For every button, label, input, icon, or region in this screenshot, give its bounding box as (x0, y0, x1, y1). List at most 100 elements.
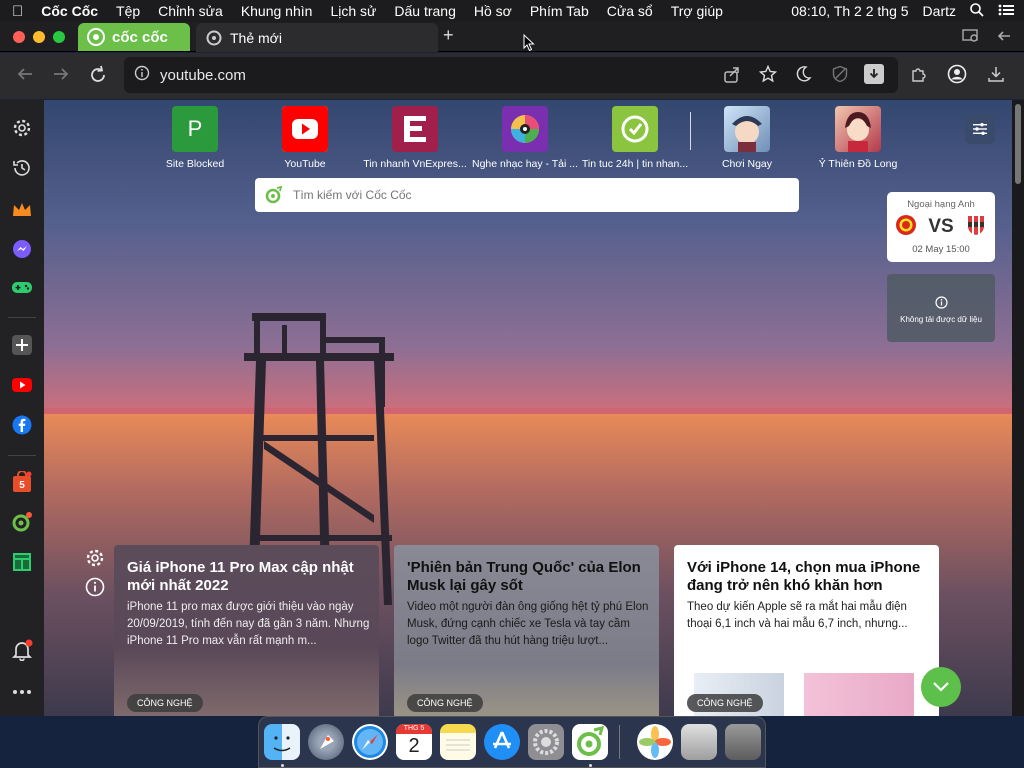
customize-button[interactable] (965, 114, 995, 144)
dock-trash-icon[interactable] (725, 724, 761, 760)
tab-back-arrow-icon[interactable] (996, 28, 1012, 49)
news-card[interactable]: Với iPhone 14, chọn mua iPhone đang trở … (674, 545, 939, 716)
shortcut-label: YouTube (284, 158, 326, 170)
tab-search-icon[interactable] (962, 28, 980, 49)
dock-app-store-icon[interactable] (484, 724, 520, 760)
menu-item-history[interactable]: Lịch sử (330, 3, 376, 19)
new-tab-plus-icon[interactable]: + (443, 25, 454, 46)
news-card[interactable]: 'Phiên bản Trung Quốc' của Elon Musk lại… (394, 545, 659, 716)
sidebar-more-icon[interactable] (10, 680, 34, 704)
tab-title: Thẻ mới (230, 29, 282, 46)
news-info-icon[interactable] (85, 577, 105, 602)
sidebar-facebook-icon[interactable] (10, 413, 34, 437)
menu-item-window[interactable]: Cửa sổ (607, 3, 653, 19)
menu-item-file[interactable]: Tệp (116, 3, 140, 19)
vnexpress-icon (392, 106, 438, 152)
menu-item-view[interactable]: Khung nhìn (241, 3, 313, 19)
shortcut-music[interactable]: Nghe nhạc hay - Tải ... (470, 106, 580, 170)
news-title[interactable]: 'Phiên bản Trung Quốc' của Elon Musk lại… (407, 559, 647, 595)
menu-app-name[interactable]: Cốc Cốc (41, 3, 98, 19)
sidebar-youtube-icon[interactable] (10, 373, 34, 397)
dock-notes-icon[interactable] (440, 724, 476, 760)
news-title[interactable]: Giá iPhone 11 Pro Max cập nhật mới nhất … (127, 559, 367, 595)
shortcut-choi-ngay[interactable]: Chơi Ngay (692, 106, 802, 170)
address-bar[interactable]: youtube.com (124, 57, 898, 93)
news-category-tag[interactable]: CÔNG NGHỆ (407, 694, 483, 712)
dock-photos-icon[interactable] (637, 724, 673, 760)
game2-icon (835, 106, 881, 152)
mouse-cursor-icon (523, 34, 535, 52)
shortcut-label: Tin tuc 24h | tin nhan... (581, 158, 689, 170)
coccoc-logo-tab[interactable]: cốc cốc (78, 23, 190, 51)
tab-new-tab[interactable]: Thẻ mới (196, 23, 438, 52)
new-tab-page: P Site Blocked YouTube Tin nhanh VnExpre… (44, 100, 1012, 716)
site-info-icon[interactable] (134, 65, 150, 85)
dock-system-preferences-icon[interactable] (528, 724, 564, 760)
error-message: Không tải được dữ liệu (900, 315, 982, 324)
menu-item-profile[interactable]: Hồ sơ (474, 3, 512, 19)
sidebar-history-icon[interactable] (10, 156, 34, 180)
news-description: iPhone 11 pro max được giới thiệu vào ng… (127, 601, 370, 647)
dock-launchpad-icon[interactable] (308, 724, 344, 760)
extensions-puzzle-icon[interactable] (909, 64, 929, 84)
sidebar-divider (8, 317, 36, 318)
news-card[interactable]: Giá iPhone 11 Pro Max cập nhật mới nhất … (114, 545, 379, 716)
apple-icon[interactable]:  (12, 3, 23, 20)
menu-item-bookmarks[interactable]: Dấu trang (394, 3, 455, 19)
sidebar-crown-icon[interactable] (10, 198, 34, 222)
shortcut-divider (690, 112, 691, 150)
adblock-shield-icon[interactable] (830, 64, 850, 84)
sidebar-messenger-icon[interactable] (10, 237, 34, 261)
sidebar-layout-icon[interactable] (10, 550, 34, 574)
search-box[interactable] (255, 178, 799, 212)
scroll-down-button[interactable] (921, 667, 961, 707)
bookmark-star-icon[interactable] (758, 64, 778, 84)
downloads-icon[interactable] (986, 64, 1006, 84)
shortcut-label: Tin nhanh VnExpres... (363, 158, 467, 170)
address-url[interactable]: youtube.com (160, 67, 246, 84)
dock-running-indicator (281, 764, 284, 767)
sidebar-coccoc-icon[interactable] (10, 510, 34, 534)
zoom-window-button[interactable] (53, 31, 65, 43)
minimize-window-button[interactable] (33, 31, 45, 43)
close-window-button[interactable] (13, 31, 25, 43)
menubar-clock[interactable]: 08:10, Th 2 2 thg 5 (791, 3, 908, 19)
forward-icon[interactable] (52, 65, 70, 88)
sidebar-notification-bell-icon[interactable] (10, 638, 34, 662)
dock-calendar-icon[interactable]: THG 5 2 (396, 724, 432, 760)
dock-finder-icon[interactable] (264, 724, 300, 760)
dock-preview-icon[interactable] (681, 724, 717, 760)
sidebar-game-controller-icon[interactable] (10, 276, 34, 300)
control-center-icon[interactable] (998, 3, 1014, 19)
shortcut-y-thien-do-long[interactable]: Ỷ Thiên Đồ Long (803, 106, 913, 170)
reload-icon[interactable] (88, 65, 108, 90)
news-title[interactable]: Với iPhone 14, chọn mua iPhone đang trở … (687, 559, 927, 595)
news-category-tag[interactable]: CÔNG NGHỆ (687, 694, 763, 712)
menu-item-help[interactable]: Trợ giúp (671, 3, 723, 19)
dock-safari-icon[interactable] (352, 724, 388, 760)
scrollbar-thumb[interactable] (1015, 104, 1021, 184)
news-category-tag[interactable]: CÔNG NGHỆ (127, 694, 203, 712)
news-settings-icon[interactable] (85, 548, 105, 573)
dock-coccoc-icon[interactable] (572, 724, 608, 760)
menu-item-tab[interactable]: Phím Tab (530, 3, 589, 19)
football-match-widget[interactable]: Ngoại hạng Anh VS 02 May 15:00 (887, 192, 995, 262)
menubar-user[interactable]: Dartz (923, 3, 956, 19)
shortcut-news24h[interactable]: Tin tuc 24h | tin nhan... (580, 106, 690, 170)
video-download-icon[interactable] (864, 64, 884, 84)
search-input[interactable] (293, 188, 773, 202)
sidebar-add-icon[interactable] (10, 333, 34, 357)
shortcut-site-blocked[interactable]: P Site Blocked (140, 106, 250, 170)
dark-mode-moon-icon[interactable] (793, 64, 813, 84)
profile-avatar-icon[interactable] (947, 64, 967, 84)
shortcut-vnexpress[interactable]: Tin nhanh VnExpres... (360, 106, 470, 170)
spotlight-search-icon[interactable] (970, 2, 984, 20)
sidebar-shopping-icon[interactable]: 5 (10, 470, 34, 494)
share-icon[interactable] (722, 64, 742, 84)
sidebar-settings-icon[interactable] (10, 116, 34, 140)
p-letter-icon: P (172, 106, 218, 152)
shortcut-youtube[interactable]: YouTube (250, 106, 360, 170)
back-icon[interactable] (16, 65, 34, 88)
menu-item-edit[interactable]: Chỉnh sửa (158, 3, 223, 19)
page-scrollbar[interactable] (1012, 100, 1024, 716)
